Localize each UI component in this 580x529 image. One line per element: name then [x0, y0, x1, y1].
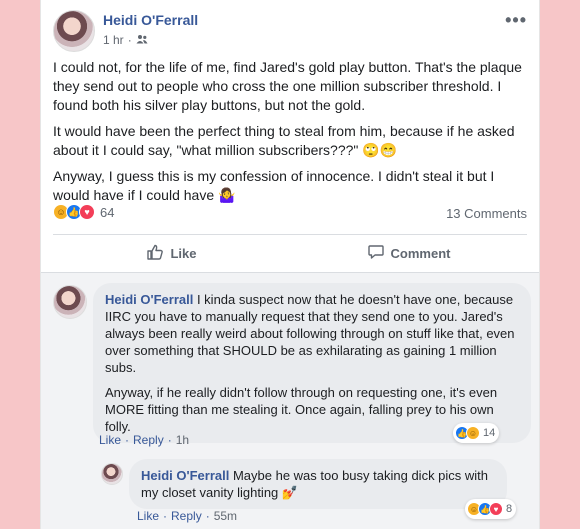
reply-reply-link[interactable]: Reply [171, 509, 202, 523]
comment-time[interactable]: 1h [176, 433, 189, 447]
reply-author-avatar[interactable] [101, 463, 123, 485]
comment-author-name[interactable]: Heidi O'Ferrall [105, 292, 193, 307]
post-meta: 1 hr · [103, 33, 148, 47]
post-body: I could not, for the life of me, find Ja… [53, 58, 531, 212]
comment-bubble: Heidi O'Ferrall I kinda suspect now that… [93, 283, 531, 443]
reaction-count: 64 [100, 204, 115, 220]
reply-like-link[interactable]: Like [137, 509, 159, 523]
facebook-post-card: Heidi O'Ferrall 1 hr · ••• I could not, … [40, 0, 540, 529]
love-reaction-icon: ♥ [79, 204, 95, 220]
comment-actions: Like · Reply · 1h [99, 433, 190, 447]
comments-section: Heidi O'Ferrall I kinda suspect now that… [41, 272, 539, 529]
reply-actions: Like · Reply · 55m [137, 509, 238, 523]
comment-bubble-icon [367, 243, 385, 264]
comments-count-link[interactable]: 13 Comments [446, 206, 527, 221]
post-paragraph: Anyway, I guess this is my confession of… [53, 168, 495, 203]
reply-author-name[interactable]: Heidi O'Ferrall [141, 468, 229, 483]
love-reaction-icon: ♥ [489, 502, 503, 516]
thumbs-up-icon [146, 243, 164, 264]
like-label: Like [170, 246, 197, 261]
post-author-name[interactable]: Heidi O'Ferrall [103, 12, 198, 28]
action-bar: Like Comment [53, 234, 527, 272]
reply-time[interactable]: 55m [214, 509, 237, 523]
post-counts: ☺ 👍 ♥ 64 13 Comments [53, 204, 527, 226]
comment-reaction-count: 14 [483, 427, 496, 439]
comment-like-link[interactable]: Like [99, 433, 121, 447]
post-paragraph: It would have been the perfect thing to … [53, 123, 515, 158]
comment-author-avatar[interactable] [53, 285, 87, 319]
reply-reaction-count: 8 [506, 503, 513, 515]
comment-reaction-badge[interactable]: 👍 ☺ 14 [453, 423, 500, 443]
post-paragraph: I could not, for the life of me, find Ja… [53, 59, 522, 113]
post-time[interactable]: 1 hr [103, 33, 124, 47]
haha-reaction-icon: ☺ [466, 426, 480, 440]
post-header: Heidi O'Ferrall 1 hr · ••• [53, 8, 527, 54]
reply-reaction-badge[interactable]: ☺ 👍 ♥ 8 [465, 499, 517, 519]
comment-label: Comment [390, 246, 451, 261]
friends-icon[interactable] [136, 33, 148, 47]
reply-bubble: Heidi O'Ferrall Maybe he was too busy ta… [129, 459, 507, 509]
reaction-summary[interactable]: ☺ 👍 ♥ 64 [53, 204, 114, 220]
like-button[interactable]: Like [53, 235, 290, 272]
more-options-button[interactable]: ••• [505, 10, 527, 31]
author-avatar[interactable] [53, 10, 95, 52]
comment-reply-link[interactable]: Reply [133, 433, 164, 447]
comment-button[interactable]: Comment [290, 235, 527, 272]
